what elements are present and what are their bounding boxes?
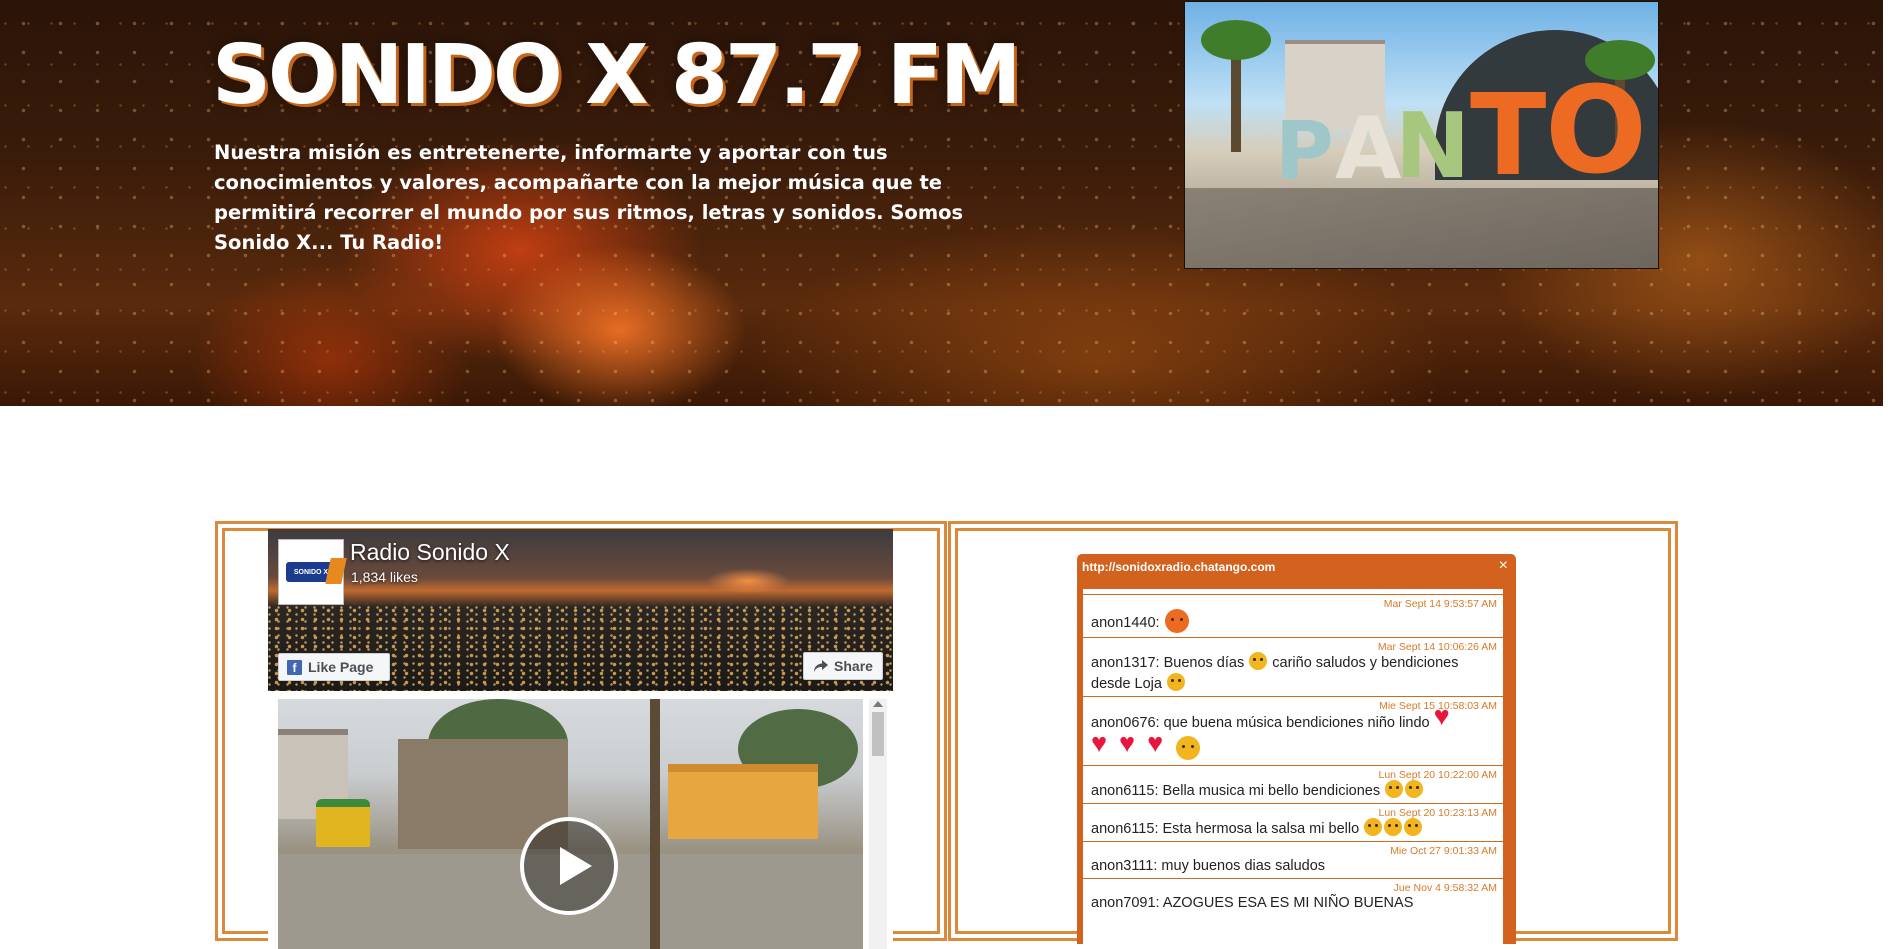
photo-sign-letter: P	[1275, 105, 1334, 198]
facebook-page-widget: SONIDO X Radio Sonido X 1,834 likes f Li…	[268, 529, 893, 949]
photo-sign-letter: A	[1335, 99, 1402, 199]
photo-sign-letter: T	[1470, 71, 1547, 201]
town-sign-photo: P A N T O	[1184, 1, 1659, 269]
close-icon[interactable]: ×	[1499, 557, 1508, 575]
chat-messages[interactable]: Mar Sept 14 9:53:57 AM anon1440: Mar Sep…	[1083, 589, 1503, 944]
facebook-icon: f	[287, 659, 302, 675]
facebook-scrollbar-thumb[interactable]	[872, 712, 884, 756]
heart-emoji-icon	[1119, 731, 1142, 758]
kiss-emoji-icon	[1176, 736, 1201, 760]
smile-emoji-icon	[1385, 780, 1404, 798]
message-timestamp: Mar Sept 14 10:06:26 AM	[1377, 641, 1497, 653]
message-user[interactable]: anon6115:	[1091, 821, 1158, 837]
site-title: SONIDO X 87.7 FM	[212, 28, 1021, 123]
smile-emoji-icon	[1404, 818, 1423, 836]
video-mototaxi	[316, 799, 370, 847]
message-timestamp: Lun Sept 20 10:22:00 AM	[1378, 769, 1497, 781]
message-user[interactable]: anon1440:	[1091, 615, 1160, 631]
message-text: que buena música bendiciones niño lindo	[1163, 715, 1430, 731]
heart-emoji-icon	[1091, 731, 1114, 758]
like-page-button[interactable]: f Like Page	[278, 653, 390, 681]
chat-widget: http://sonidoxradio.chatango.com × Mar S…	[1077, 554, 1516, 944]
heart-emoji-icon	[1434, 704, 1457, 731]
message-text: Esta hermosa la salsa mi bello	[1162, 821, 1360, 837]
share-label: Share	[834, 658, 873, 674]
photo-sign-letter: N	[1395, 94, 1471, 199]
message-timestamp: Lun Sept 20 10:23:13 AM	[1378, 807, 1497, 819]
chat-message: Lun Sept 20 10:22:00 AM anon6115: Bella …	[1083, 766, 1503, 804]
smile-emoji-icon	[1166, 673, 1185, 691]
facebook-video-post[interactable]	[278, 699, 863, 949]
hero-banner: SONIDO X 87.7 FM Nuestra misión es entre…	[0, 0, 1899, 406]
hug-emoji-icon	[1249, 652, 1268, 670]
chat-message: Mar Sept 14 10:06:26 AM anon1317: Buenos…	[1083, 638, 1503, 697]
photo-sign-letters: P A N T O	[1275, 71, 1655, 201]
chat-url-link[interactable]: http://sonidoxradio.chatango.com	[1082, 560, 1275, 574]
video-pole	[650, 699, 660, 949]
play-icon[interactable]	[520, 817, 618, 915]
smile-emoji-icon	[1384, 818, 1403, 836]
message-timestamp: Mie Oct 27 9:01:33 AM	[1390, 845, 1497, 857]
chat-scrollbar[interactable]	[1503, 589, 1511, 944]
chat-message: Mar Sept 14 9:53:57 AM anon1440:	[1083, 595, 1503, 638]
chat-message: Lun Sept 20 10:23:13 AM anon6115: Esta h…	[1083, 804, 1503, 842]
message-user[interactable]: anon1317:	[1091, 655, 1160, 671]
scroll-up-icon[interactable]	[873, 701, 883, 707]
chat-message: Jue Nov 4 9:58:32 AM anon7091: AZOGUES E…	[1083, 879, 1503, 915]
message-timestamp: Jue Nov 4 9:58:32 AM	[1393, 882, 1497, 894]
message-user[interactable]: anon7091:	[1091, 895, 1160, 911]
page-right-edge	[1883, 0, 1899, 929]
angry-emoji-icon	[1164, 609, 1189, 633]
facebook-like-count: 1,834 likes	[351, 569, 418, 585]
message-text: muy buenos dias saludos	[1161, 858, 1326, 874]
smile-emoji-icon	[1364, 818, 1383, 836]
message-user[interactable]: anon3111:	[1091, 858, 1157, 874]
radio-logo-icon: SONIDO X	[286, 558, 347, 584]
hug-emoji-icon	[1405, 780, 1424, 798]
photo-palm-tree	[1201, 20, 1271, 152]
photo-sign-letter: O	[1545, 62, 1648, 201]
message-timestamp: Mar Sept 14 9:53:57 AM	[1383, 598, 1497, 610]
share-arrow-icon	[814, 660, 829, 672]
video-house	[668, 764, 818, 839]
message-text: Bella musica mi bello bendiciones	[1162, 783, 1381, 799]
chat-message: Mie Sept 15 10:58:03 AM anon0676: que bu…	[1083, 697, 1503, 766]
heart-emoji-icon	[1147, 731, 1170, 758]
facebook-page-name[interactable]: Radio Sonido X	[350, 539, 510, 566]
facebook-page-logo[interactable]: SONIDO X	[278, 539, 347, 605]
chat-message: Mie Oct 27 9:01:33 AM anon3111: muy buen…	[1083, 842, 1503, 879]
message-text: Buenos días	[1163, 655, 1245, 671]
message-user[interactable]: anon6115:	[1091, 783, 1158, 799]
like-page-label: Like Page	[308, 659, 374, 675]
logo-text: SONIDO X	[293, 568, 329, 576]
message-text: AZOGUES ESA ES MI NIÑO BUENAS	[1162, 895, 1414, 911]
share-button[interactable]: Share	[803, 652, 883, 680]
mission-text: Nuestra misión es entretenerte, informar…	[214, 141, 964, 254]
